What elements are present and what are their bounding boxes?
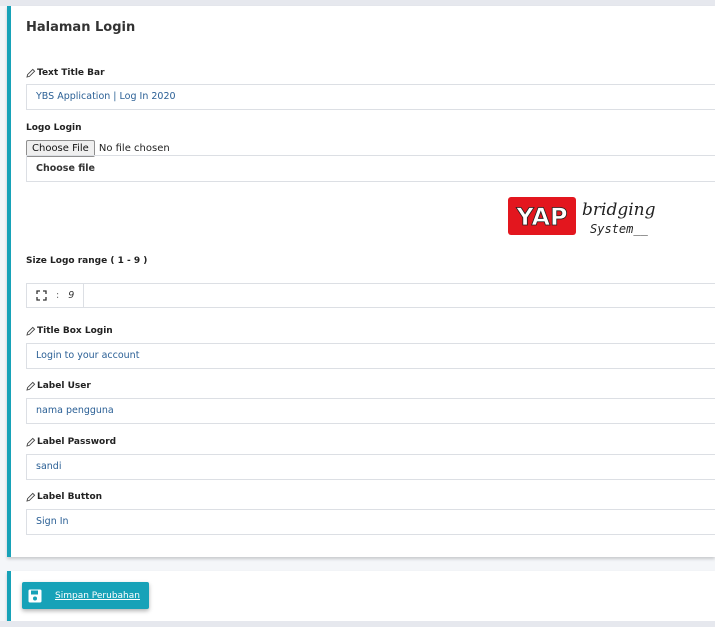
logo-word-top: bridging bbox=[582, 200, 656, 220]
logo-login-label: Logo Login bbox=[26, 123, 82, 133]
pencil-icon bbox=[26, 437, 36, 447]
save-changes-button[interactable]: Simpan Perubahan bbox=[22, 582, 149, 609]
title-box-label: Title Box Login bbox=[37, 326, 113, 336]
title-bar-label: Text Title Bar bbox=[37, 68, 105, 78]
choose-file-field[interactable]: Choose file bbox=[26, 155, 715, 182]
size-logo-input-group: : 9 bbox=[26, 283, 715, 308]
label-button-label: Label Button bbox=[37, 492, 103, 502]
title-box-label-row: Title Box Login bbox=[26, 326, 113, 336]
actions-card: Simpan Perubahan bbox=[7, 571, 715, 621]
size-separator: : bbox=[56, 290, 60, 301]
login-page-settings-card: Halaman Login Text Title Bar YBS Applica… bbox=[7, 6, 715, 557]
logo-preview-image: YAP bridging System__ bbox=[508, 197, 656, 236]
card-title: Halaman Login bbox=[26, 20, 136, 35]
logo-mark-text: YAP bbox=[515, 203, 567, 231]
size-logo-label-text: Size Logo range ( 1 - 9 ) bbox=[26, 256, 148, 266]
logo-word-bottom: System__ bbox=[590, 222, 649, 236]
pencil-icon bbox=[26, 68, 36, 78]
floppy-disk-icon bbox=[28, 589, 42, 602]
pencil-icon bbox=[26, 381, 36, 391]
size-logo-label: Size Logo range ( 1 - 9 ) bbox=[26, 256, 147, 266]
label-user-input[interactable]: nama pengguna bbox=[26, 398, 715, 424]
size-logo-input[interactable] bbox=[84, 284, 715, 307]
label-user-row: Label User bbox=[26, 381, 91, 391]
title-bar-input[interactable]: YBS Application | Log In 2020 bbox=[26, 84, 715, 110]
size-logo-value: 9 bbox=[68, 290, 75, 301]
label-user-label: Label User bbox=[37, 381, 91, 391]
logo-login-label-text: Logo Login bbox=[26, 123, 82, 133]
title-box-input[interactable]: Login to your account bbox=[26, 343, 715, 369]
pencil-icon bbox=[26, 492, 36, 502]
label-password-row: Label Password bbox=[26, 437, 116, 447]
size-logo-addon: : 9 bbox=[27, 284, 85, 307]
save-changes-label: Simpan Perubahan bbox=[55, 590, 140, 601]
label-password-label: Label Password bbox=[37, 437, 117, 447]
page-bottom-divider bbox=[0, 621, 715, 627]
label-button-row: Label Button bbox=[26, 492, 102, 502]
file-status-text: No file chosen bbox=[98, 143, 170, 154]
label-password-input[interactable]: sandi bbox=[26, 454, 715, 480]
pencil-icon bbox=[26, 326, 36, 336]
title-bar-label-row: Text Title Bar bbox=[26, 68, 105, 78]
expand-icon bbox=[36, 290, 47, 301]
label-button-input[interactable]: Sign In bbox=[26, 509, 715, 535]
